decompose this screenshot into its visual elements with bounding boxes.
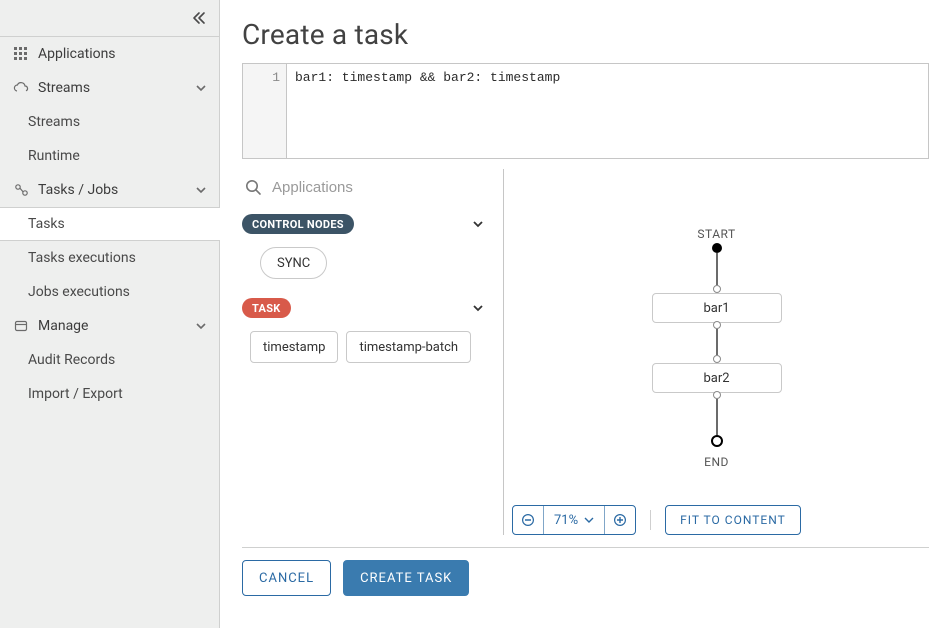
sidebar-group-tasks[interactable]: Tasks / Jobs	[0, 173, 219, 207]
chevron-down-icon[interactable]	[471, 217, 485, 231]
graph-port[interactable]	[713, 285, 721, 293]
palette-item-timestamp-batch[interactable]: timestamp-batch	[346, 331, 471, 363]
graph-port[interactable]	[713, 355, 721, 363]
sidebar-item-label: Streams	[28, 114, 80, 130]
graph-node-label: bar1	[703, 301, 729, 316]
graph-start-node[interactable]	[712, 243, 722, 253]
sidebar-item-label: Tasks executions	[28, 250, 136, 266]
palette-panel: CONTROL NODES SYNC TASK timestamp t	[242, 169, 504, 535]
sidebar-item-label: Tasks	[28, 216, 65, 232]
fit-to-content-button[interactable]: FIT TO CONTENT	[665, 505, 801, 535]
sidebar-item-audit-records[interactable]: Audit Records	[0, 343, 219, 377]
zoom-in-button[interactable]	[605, 506, 635, 534]
manage-icon	[12, 319, 30, 333]
zoom-value-label: 71%	[554, 513, 578, 528]
page-title: Create a task	[242, 18, 929, 51]
graph-start-label: START	[697, 227, 735, 241]
graph-end-node[interactable]	[711, 435, 723, 447]
sidebar-item-runtime[interactable]: Runtime	[0, 139, 219, 173]
sidebar-item-label: Audit Records	[28, 352, 115, 368]
palette-search-input[interactable]	[270, 178, 489, 197]
sidebar-item-streams[interactable]: Streams	[0, 105, 219, 139]
sidebar-group-manage[interactable]: Manage	[0, 309, 219, 343]
line-number: 1	[272, 70, 280, 85]
graph-edge	[716, 399, 718, 435]
cancel-button[interactable]: CANCEL	[242, 560, 331, 596]
chevron-down-icon	[195, 320, 207, 332]
graph-edge	[716, 329, 718, 355]
graph-node-bar1[interactable]: bar1	[652, 293, 782, 323]
sidebar-collapse-icon[interactable]	[191, 11, 207, 25]
grid-icon	[12, 47, 30, 61]
editor-content[interactable]: bar1: timestamp && bar2: timestamp	[287, 64, 568, 158]
sidebar-item-jobs-executions[interactable]: Jobs executions	[0, 275, 219, 309]
graph-canvas[interactable]: START bar1 bar2 END	[504, 169, 929, 499]
chevron-down-icon	[195, 184, 207, 196]
zoom-out-button[interactable]	[513, 506, 543, 534]
chevron-down-icon	[584, 515, 594, 525]
main-content: Create a task 1 bar1: timestamp && bar2:…	[220, 0, 951, 628]
sidebar-item-label: Import / Export	[28, 386, 123, 402]
palette-item-timestamp[interactable]: timestamp	[250, 331, 338, 363]
graph-node-bar2[interactable]: bar2	[652, 363, 782, 393]
zoom-value-dropdown[interactable]: 71%	[544, 506, 604, 534]
graph-port[interactable]	[713, 391, 721, 399]
cloud-icon	[12, 82, 30, 94]
sidebar-item-tasks-executions[interactable]: Tasks executions	[0, 241, 219, 275]
palette-item-sync[interactable]: SYNC	[260, 247, 327, 279]
section-task-header[interactable]: TASK	[242, 293, 489, 323]
sidebar-group-label: Tasks / Jobs	[38, 182, 118, 198]
section-task-body: timestamp timestamp-batch	[242, 323, 489, 363]
zoom-control: 71%	[512, 505, 636, 535]
sidebar-item-label: Runtime	[28, 148, 80, 164]
graph-end-label: END	[704, 455, 729, 469]
dsl-editor[interactable]: 1 bar1: timestamp && bar2: timestamp	[242, 63, 929, 159]
section-control-nodes-body: SYNC	[242, 239, 489, 289]
sidebar-group-label: Streams	[38, 80, 90, 96]
section-chip-task: TASK	[242, 298, 291, 318]
sidebar-collapse-row	[0, 0, 219, 37]
sidebar-item-tasks[interactable]: Tasks	[0, 207, 220, 241]
sidebar-item-label: Applications	[38, 46, 116, 62]
palette-search-row	[242, 169, 489, 205]
graph-edge	[716, 253, 718, 285]
section-control-nodes-header[interactable]: CONTROL NODES	[242, 209, 489, 239]
sidebar-group-streams[interactable]: Streams	[0, 71, 219, 105]
toolbar-separator	[650, 510, 651, 530]
tasks-icon	[12, 183, 30, 197]
divider	[242, 547, 929, 548]
form-actions: CANCEL CREATE TASK	[242, 560, 929, 596]
graph-canvas-column: START bar1 bar2 END	[504, 169, 929, 535]
chevron-down-icon	[195, 82, 207, 94]
chevron-down-icon[interactable]	[471, 301, 485, 315]
editor-gutter: 1	[243, 64, 287, 158]
graph-node-label: bar2	[703, 371, 729, 386]
sidebar-item-import-export[interactable]: Import / Export	[0, 377, 219, 411]
search-icon	[244, 178, 262, 196]
create-task-button[interactable]: CREATE TASK	[343, 560, 469, 596]
sidebar-group-label: Manage	[38, 318, 88, 334]
sidebar-item-label: Jobs executions	[28, 284, 130, 300]
sidebar: Applications Streams Streams Runtime Tas…	[0, 0, 220, 628]
section-chip-control-nodes: CONTROL NODES	[242, 214, 354, 234]
graph-port[interactable]	[713, 321, 721, 329]
sidebar-item-applications[interactable]: Applications	[0, 37, 219, 71]
canvas-toolbar: 71% FIT TO CONTENT	[504, 505, 929, 535]
